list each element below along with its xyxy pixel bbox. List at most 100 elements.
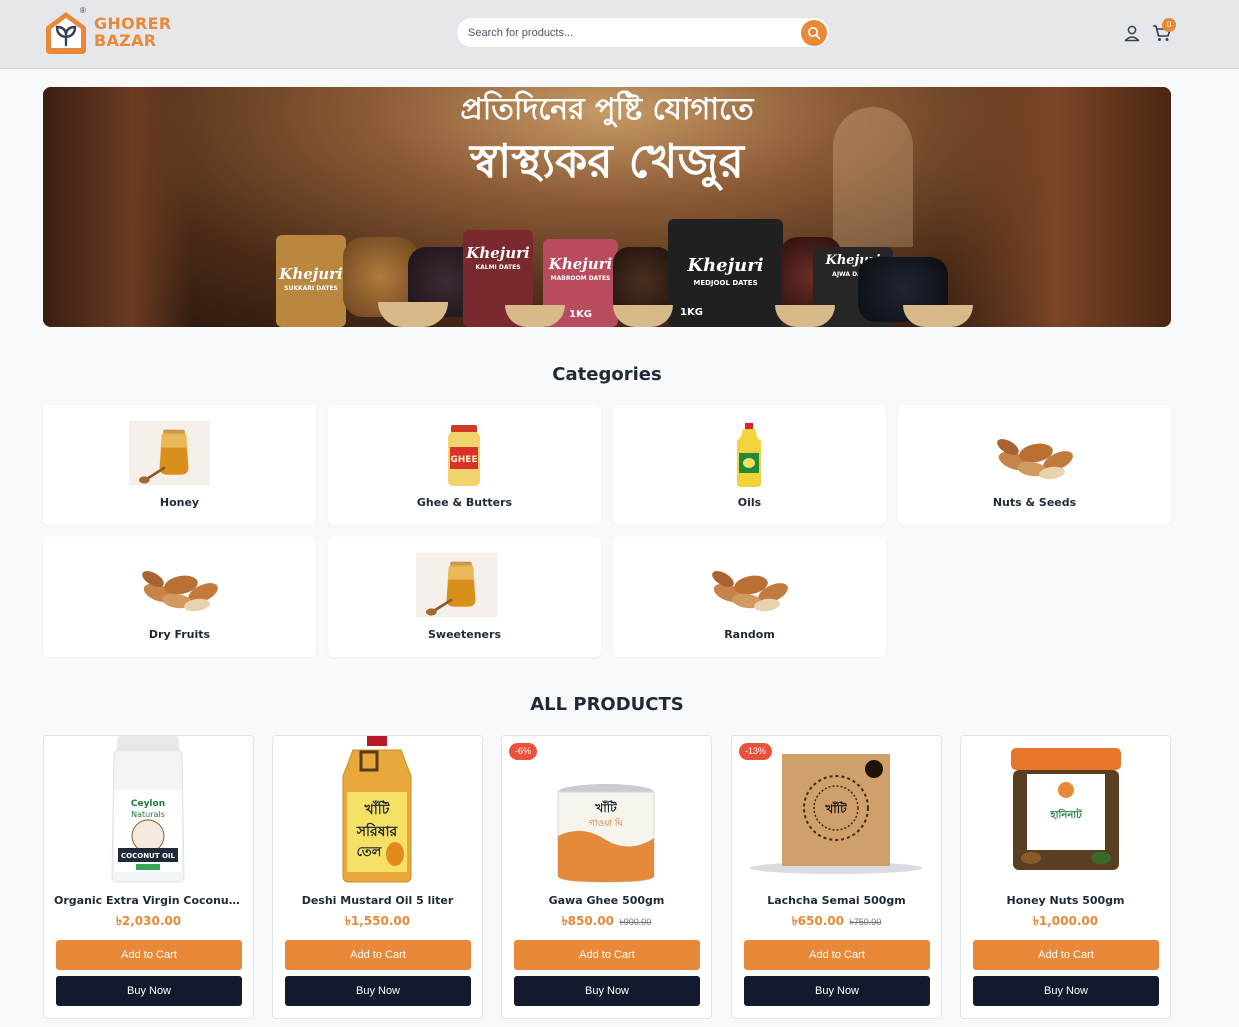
- product-name[interactable]: Gawa Ghee 500gm: [512, 894, 701, 907]
- search-button[interactable]: [801, 20, 827, 46]
- user-icon: [1124, 25, 1140, 42]
- category-card-dry-fruits[interactable]: Dry Fruits: [43, 537, 316, 657]
- category-label: Nuts & Seeds: [992, 496, 1077, 509]
- logo-icon: [46, 12, 86, 54]
- buy-now-button[interactable]: Buy Now: [285, 976, 471, 1006]
- product-card[interactable]: খাঁটি গাওয়া ঘি -6% Gawa Ghee 500gm ৳850…: [501, 735, 712, 1019]
- product-card[interactable]: খাঁটি -13% Lachcha Semai 500gm ৳650.00 ৳…: [731, 735, 942, 1019]
- categories-heading: Categories: [552, 364, 662, 385]
- product-card[interactable]: Ceylon Naturals COCONUT OIL Organic Extr…: [43, 735, 254, 1019]
- svg-text:গাওয়া ঘি: গাওয়া ঘি: [589, 818, 623, 829]
- svg-text:খাঁটি: খাঁটি: [364, 800, 391, 818]
- mustard-oil-bottle-image[interactable]: খাঁটি সরিষার তেল: [273, 736, 482, 884]
- search-input[interactable]: [468, 24, 788, 42]
- bowl: [378, 302, 448, 327]
- category-card-oils[interactable]: Oils: [613, 405, 886, 525]
- product-price: ৳850.00 ৳900.00: [502, 913, 711, 933]
- svg-text:GHEE: GHEE: [450, 455, 477, 465]
- brand-label: Khejuri: [687, 255, 764, 276]
- hero-banner[interactable]: প্রতিদিনের পুষ্টি যোগাতে স্বাস্থ্যকর খেজ…: [43, 87, 1171, 327]
- product-price: ৳2,030.00: [44, 913, 253, 933]
- svg-text:হানিনাট: হানিনাট: [1049, 807, 1082, 821]
- add-to-cart-button[interactable]: Add to Cart: [56, 940, 242, 970]
- oil-bottle-icon: [737, 423, 761, 487]
- buy-now-button[interactable]: Buy Now: [744, 976, 930, 1006]
- logo-line1: GHORER: [94, 14, 172, 33]
- discount-badge: -13%: [739, 743, 773, 760]
- product-name[interactable]: Honey Nuts 500gm: [971, 894, 1160, 907]
- registered-mark: ®: [80, 6, 86, 15]
- product-label: MEDJOOL DATES: [693, 279, 758, 287]
- category-label: Dry Fruits: [148, 628, 211, 641]
- svg-text:তেল: তেল: [357, 845, 383, 860]
- svg-text:সরিষার: সরিষার: [356, 822, 399, 840]
- category-label: Random: [724, 628, 775, 641]
- buy-now-button[interactable]: Buy Now: [514, 976, 700, 1006]
- product-card[interactable]: খাঁটি সরিষার তেল Deshi Mustard Oil 5 lit…: [272, 735, 483, 1019]
- price-original: ৳900.00: [619, 917, 652, 927]
- product-box: Khejuri SUKKARI DATES: [276, 235, 346, 327]
- logo-wordmark: GHORER BAZAR: [94, 15, 172, 49]
- svg-text:COCONUT OIL: COCONUT OIL: [121, 852, 175, 860]
- product-card[interactable]: হানিনাট Honey Nuts 500gm ৳1,000.00 Add t…: [960, 735, 1171, 1019]
- product-name[interactable]: Lachcha Semai 500gm: [742, 894, 931, 907]
- category-label: Sweeteners: [428, 628, 501, 641]
- category-label: Honey: [159, 496, 200, 509]
- almonds-icon: [712, 571, 788, 612]
- price-current: ৳2,030.00: [115, 914, 182, 928]
- buy-now-button[interactable]: Buy Now: [973, 976, 1159, 1006]
- brand-label: Khejuri: [548, 255, 613, 273]
- ghee-jar-icon: GHEE: [448, 425, 480, 486]
- product-box: Khejuri MEDJOOL DATES 1KG: [668, 219, 783, 327]
- almonds-icon: [997, 439, 1073, 480]
- category-card-nuts-seeds[interactable]: Nuts & Seeds: [898, 405, 1171, 525]
- product-label: MABROOM DATES: [550, 275, 611, 282]
- honey-jar-icon: [416, 552, 497, 618]
- almonds-icon: [142, 571, 218, 612]
- category-card-honey[interactable]: Honey: [43, 405, 316, 525]
- product-price: ৳1,550.00: [273, 913, 482, 933]
- all-products-heading: ALL PRODUCTS: [530, 694, 684, 715]
- banner-subheading: স্বাস্থ্যকর খেজুর: [470, 134, 744, 188]
- category-label: Ghee & Butters: [416, 496, 513, 509]
- cart-count-badge: 0: [1162, 18, 1176, 32]
- add-to-cart-button[interactable]: Add to Cart: [285, 940, 471, 970]
- site-header: ® GHORER BAZAR 0: [0, 0, 1239, 69]
- price-current: ৳850.00: [561, 914, 614, 928]
- brand-label: Khejuri: [279, 265, 343, 283]
- product-label: SUKKARI DATES: [284, 285, 338, 292]
- bowl: [613, 305, 673, 327]
- product-name[interactable]: Deshi Mustard Oil 5 liter: [283, 894, 472, 907]
- coconut-oil-jar-image[interactable]: Ceylon Naturals COCONUT OIL: [44, 736, 253, 884]
- category-card-random[interactable]: Random: [613, 537, 886, 657]
- svg-text:Ceylon: Ceylon: [131, 799, 165, 809]
- svg-text:খাঁটি: খাঁটি: [594, 800, 617, 815]
- product-price: ৳650.00 ৳750.00: [732, 913, 941, 933]
- honey-jar-icon: [129, 420, 210, 486]
- svg-text:Naturals: Naturals: [131, 810, 165, 819]
- buy-now-button[interactable]: Buy Now: [56, 976, 242, 1006]
- logo[interactable]: ® GHORER BAZAR: [43, 6, 173, 58]
- price-current: ৳1,550.00: [344, 914, 411, 928]
- price-original: ৳750.00: [849, 917, 882, 927]
- bowl: [903, 305, 973, 327]
- product-label: KALMI DATES: [475, 264, 521, 271]
- add-to-cart-button[interactable]: Add to Cart: [973, 940, 1159, 970]
- account-button[interactable]: [1122, 23, 1142, 43]
- category-card-sweeteners[interactable]: Sweeteners: [328, 537, 601, 657]
- price-current: ৳1,000.00: [1032, 914, 1099, 928]
- product-price: ৳1,000.00: [961, 913, 1170, 933]
- svg-text:খাঁটি: খাঁটি: [824, 801, 847, 816]
- honey-nuts-jar-image[interactable]: হানিনাট: [961, 736, 1170, 884]
- search-icon: [808, 27, 821, 40]
- category-label: Oils: [737, 496, 762, 509]
- price-current: ৳650.00: [791, 914, 844, 928]
- add-to-cart-button[interactable]: Add to Cart: [514, 940, 700, 970]
- logo-line2: BAZAR: [94, 31, 157, 50]
- category-card-ghee-butters[interactable]: GHEE Ghee & Butters: [328, 405, 601, 525]
- product-name[interactable]: Organic Extra Virgin Coconut Oil ...: [54, 894, 243, 907]
- add-to-cart-button[interactable]: Add to Cart: [744, 940, 930, 970]
- search-bar: [456, 17, 830, 48]
- brand-label: Khejuri: [466, 244, 530, 262]
- discount-badge: -6%: [509, 743, 538, 760]
